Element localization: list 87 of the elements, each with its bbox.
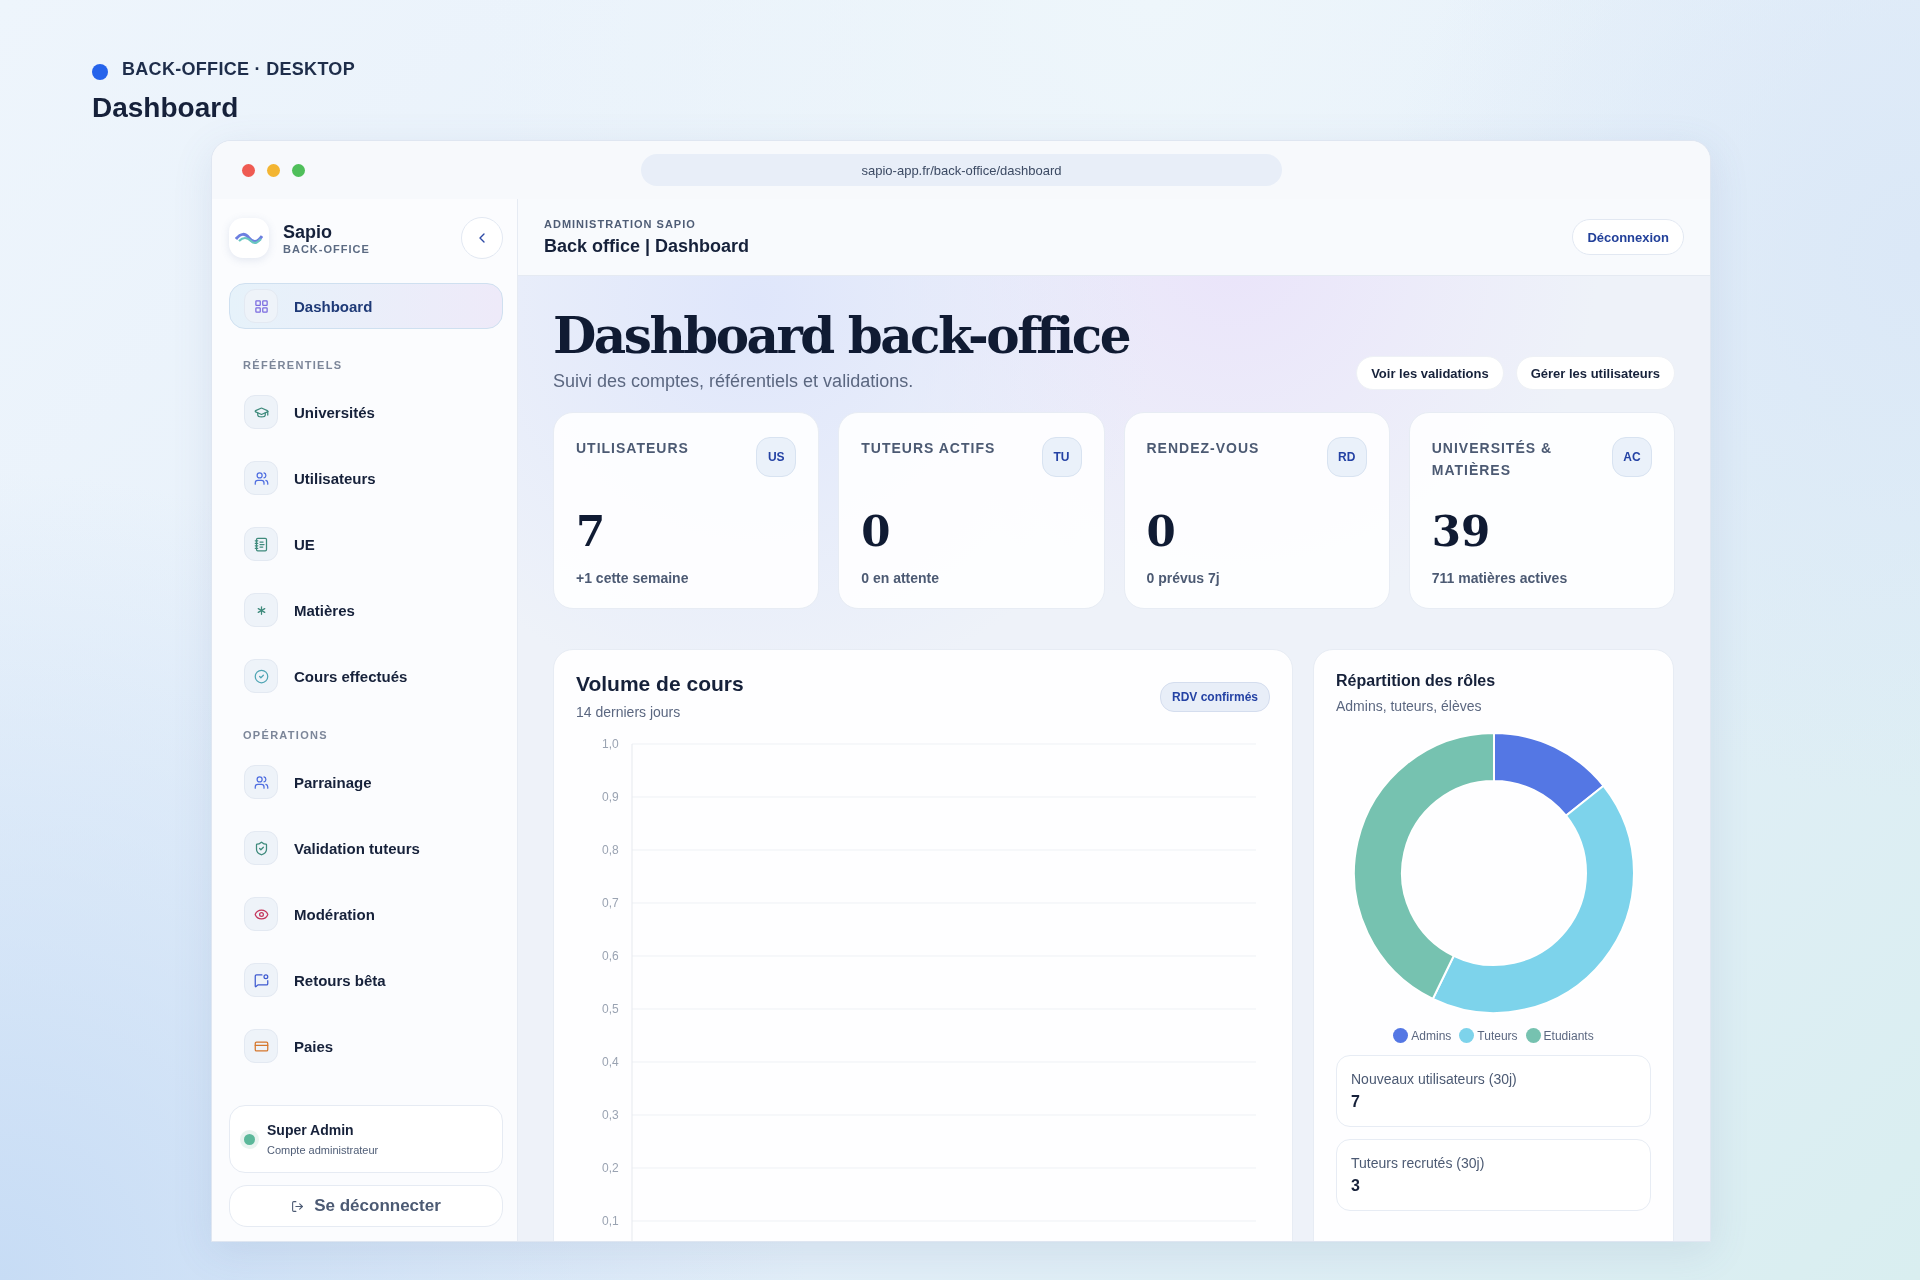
nav-item[interactable]: Paies — [229, 1023, 503, 1069]
page-title: Dashboard — [92, 92, 240, 124]
nav-item[interactable]: Utilisateurs — [229, 455, 503, 501]
axis-tick-label: 0,5 — [602, 1002, 619, 1016]
logout-button[interactable]: Se déconnecter — [229, 1185, 503, 1227]
nav-item[interactable]: Universités — [229, 389, 503, 435]
stat-label: Tuteurs recrutés (30j) — [1351, 1155, 1486, 1171]
kpi-label: UNIVERSITÉS & MATIÈRES — [1431, 439, 1554, 480]
minimize-light-icon[interactable] — [267, 163, 280, 177]
nav-item[interactable]: Dashboard — [229, 283, 503, 329]
disconnect-button[interactable]: Déconnexion — [1572, 219, 1684, 255]
axis-tick-label: 0,4 — [602, 1055, 619, 1069]
wave-logo-icon — [235, 230, 263, 246]
section-title: OPÉRATIONS — [243, 729, 329, 741]
url-bar[interactable]: sapio-app.fr/back-office/dashboard — [641, 154, 1282, 186]
axis-tick-label: 0,1 — [602, 1214, 619, 1228]
card-title: Volume de cours — [576, 672, 744, 696]
logout-icon — [291, 1199, 305, 1213]
hero-title: Dashboard back-office — [553, 306, 1129, 365]
kpi-note: 0 prévus 7j — [1146, 570, 1221, 586]
stat-value: 3 — [1351, 1177, 1361, 1195]
card-title: Répartition des rôles — [1336, 672, 1497, 690]
nav-item[interactable]: Modération — [229, 891, 503, 937]
eye-icon — [253, 906, 269, 922]
topbar-eyebrow: ADMINISTRATION SAPIO — [544, 217, 697, 230]
card-icon — [253, 1038, 269, 1054]
kpi-label: RENDEZ-VOUS — [1146, 439, 1260, 458]
page-eyebrow: BACK-OFFICE · DESKTOP — [122, 58, 355, 80]
section-title: RÉFÉRENTIELS — [243, 359, 344, 371]
check-circle-icon — [253, 668, 269, 684]
hero-subtitle: Suivi des comptes, référentiels et validations. — [553, 371, 915, 392]
kpi-note: 0 en attente — [861, 570, 941, 586]
kpi-label: TUTEURS ACTIFS — [861, 439, 996, 458]
kpi-note: +1 cette semaine — [576, 570, 690, 586]
nav-item[interactable]: Retours bêta — [229, 957, 503, 1003]
user-name: Super Admin — [267, 1122, 355, 1138]
legend-label: Etudiants — [1543, 1028, 1594, 1043]
topbar-title: Back office | Dashboard — [544, 235, 750, 257]
axis-tick-label: 0,6 — [602, 949, 619, 963]
nav-item[interactable]: UE — [229, 521, 503, 567]
axis-tick-label: 1,0 — [602, 737, 619, 751]
legend-label: Tuteurs — [1477, 1028, 1518, 1043]
brand-subtitle: BACK-OFFICE — [283, 242, 371, 255]
kpi-value: 0 — [861, 507, 892, 556]
axis-tick-label: 0,7 — [602, 896, 619, 910]
graduation-cap-icon — [253, 404, 269, 420]
notebook-icon — [253, 536, 269, 552]
user-role: Compte administrateur — [267, 1144, 379, 1156]
kpi-badge: AC — [1612, 437, 1652, 477]
stat-value: 7 — [1351, 1093, 1361, 1111]
nav-item[interactable]: Validation tuteurs — [229, 825, 503, 871]
grid-icon — [253, 298, 269, 314]
kpi-value: 39 — [1431, 507, 1492, 556]
action-button[interactable]: Gérer les utilisateurs — [1515, 356, 1675, 390]
axis-tick-label: 0,2 — [602, 1161, 619, 1175]
stat-label: Nouveaux utilisateurs (30j) — [1351, 1071, 1518, 1087]
legend-dot — [1525, 1028, 1541, 1043]
collapse-button[interactable] — [461, 217, 503, 259]
status-dot — [92, 64, 108, 80]
nav-item[interactable]: Matières — [229, 587, 503, 633]
action-button[interactable]: Voir les validations — [1356, 356, 1504, 390]
users-icon — [253, 774, 269, 790]
legend-dot — [1393, 1028, 1409, 1043]
legend-label: Admins — [1411, 1028, 1452, 1043]
legend-dot — [1459, 1028, 1475, 1043]
message-icon — [253, 972, 269, 988]
axis-tick-label: 0,3 — [602, 1108, 619, 1122]
kpi-badge: RD — [1326, 437, 1367, 477]
nav-item[interactable]: Parrainage — [229, 759, 503, 805]
kpi-badge: TU — [1041, 437, 1082, 477]
kpi-badge: US — [756, 437, 797, 477]
close-light-icon[interactable] — [242, 163, 255, 177]
users-icon — [253, 470, 269, 486]
axis-tick-label: 0,8 — [602, 843, 619, 857]
kpi-label: UTILISATEURS — [576, 439, 689, 458]
card-subtitle: 14 derniers jours — [576, 704, 682, 720]
card-subtitle: Admins, tuteurs, élèves — [1336, 698, 1483, 714]
kpi-value: 7 — [576, 507, 607, 556]
status-dot — [244, 1133, 255, 1145]
nav-item[interactable]: Cours effectués — [229, 653, 503, 699]
chart-badge: RDV confirmés — [1159, 682, 1270, 712]
shield-check-icon — [253, 840, 269, 856]
axis-tick-label: 0,9 — [602, 790, 619, 804]
kpi-note: 711 matières actives — [1431, 570, 1569, 586]
kpi-value: 0 — [1146, 507, 1177, 556]
brand-name: Sapio — [283, 221, 333, 243]
zoom-light-icon[interactable] — [292, 163, 305, 177]
